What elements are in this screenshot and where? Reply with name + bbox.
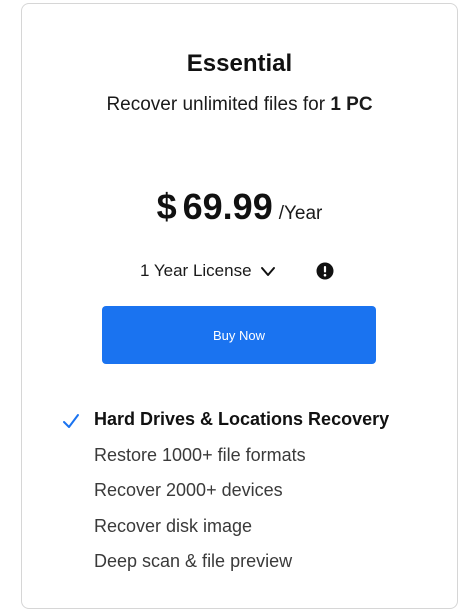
- info-icon[interactable]: [316, 262, 334, 280]
- feature-item: Recover 2000+ devices: [22, 473, 457, 509]
- feature-text: Recover 2000+ devices: [94, 480, 283, 501]
- price: $69.99/Year: [22, 186, 457, 228]
- feature-text: Recover disk image: [94, 515, 253, 536]
- license-select[interactable]: 1 Year License: [140, 259, 276, 283]
- feature-text: Hard Drives & Locations Recovery: [94, 409, 390, 430]
- feature-text: Deep scan & file preview: [94, 551, 293, 572]
- price-currency: $: [156, 186, 177, 227]
- price-period: /Year: [278, 203, 323, 224]
- plan-subtitle-text: Recover unlimited files for: [106, 94, 331, 115]
- plan-subtitle: Recover unlimited files for 1 PC: [22, 94, 457, 116]
- feature-list: Hard Drives & Locations Recovery Restore…: [22, 402, 457, 580]
- feature-item: Deep scan & file preview: [22, 544, 457, 580]
- license-selected-value: 1 Year License: [140, 261, 252, 280]
- checkmark-icon: [62, 412, 80, 430]
- plan-subtitle-pc-count: 1 PC: [330, 94, 373, 115]
- feature-item: Hard Drives & Locations Recovery: [22, 402, 457, 438]
- feature-text: Restore 1000+ file formats: [94, 444, 306, 465]
- price-amount: 69.99: [182, 186, 273, 227]
- buy-now-button[interactable]: Buy Now: [102, 306, 376, 364]
- chevron-down-icon: [260, 263, 276, 279]
- plan-name: Essential: [186, 50, 293, 77]
- feature-item: Restore 1000+ file formats: [22, 438, 457, 474]
- feature-item: Recover disk image: [22, 509, 457, 545]
- pricing-card: Essential Recover unlimited files for 1 …: [21, 3, 458, 609]
